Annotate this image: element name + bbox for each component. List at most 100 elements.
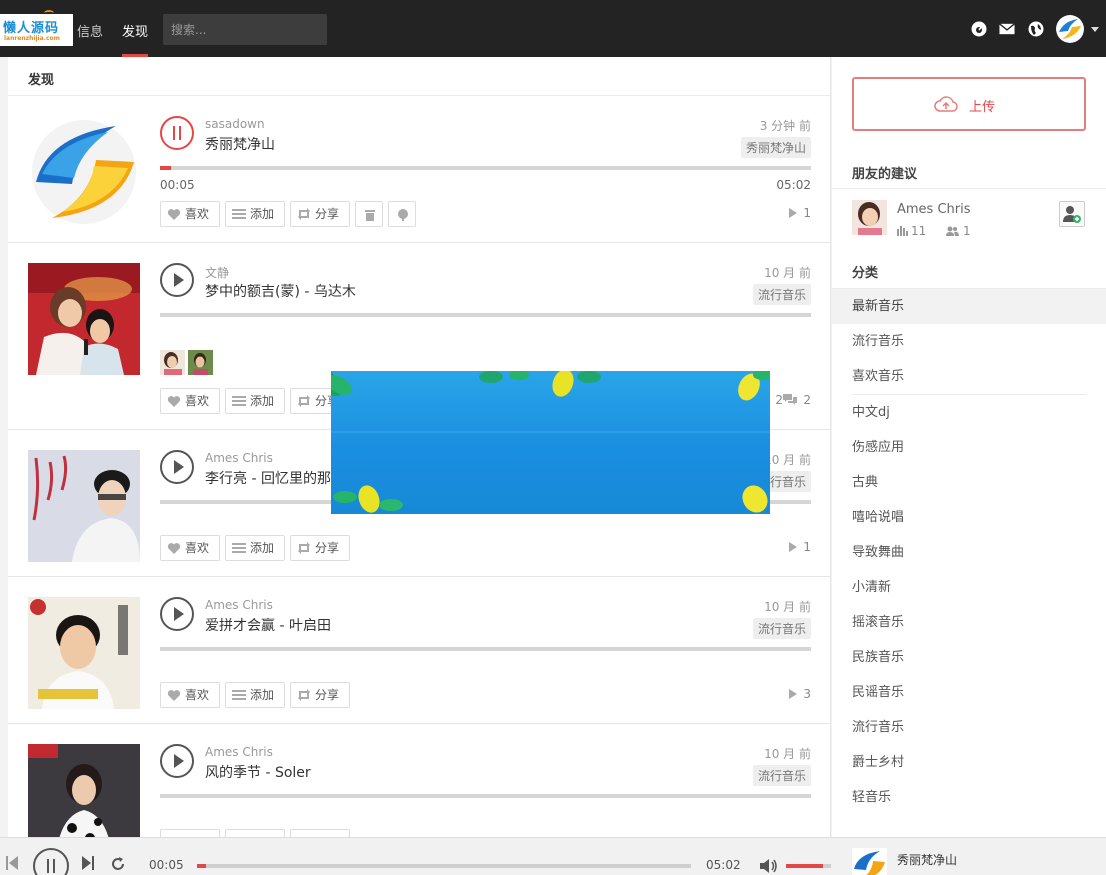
retweet-icon [298,395,310,407]
listener-avatar[interactable] [160,350,185,375]
song-author[interactable]: 文静 [205,264,229,281]
song-tag[interactable]: 秀丽梵净山 [740,137,811,158]
song-tag[interactable]: 流行音乐 [752,284,811,305]
category-item[interactable]: 古典 [832,465,1106,500]
comment-count[interactable]: 2 [783,393,811,407]
category-item[interactable]: 民谣音乐 [832,675,1106,710]
upload-button[interactable]: 上传 [852,77,1086,131]
nav-item-discover[interactable]: 发现 [122,21,148,40]
share-button[interactable] [290,829,350,837]
category-item[interactable]: 导致舞曲 [832,535,1106,570]
friend-avatar[interactable] [852,200,887,235]
song-title[interactable]: 爱拼才会赢 - 叶启田 [205,615,331,635]
category-item[interactable]: 流行音乐 [832,710,1106,745]
add-button[interactable]: 添加 [225,682,285,708]
cloud-upload-icon [934,96,958,112]
heart-icon [167,396,181,407]
player-progress-bar[interactable] [197,864,691,868]
like-button[interactable]: 喜欢 [160,201,220,227]
right-sidebar: 上传 朋友的建议 Ames Chris 11 1 分类 最新音乐 流行音乐 喜欢… [832,57,1106,837]
player-pause-button[interactable] [33,848,69,875]
volume-icon[interactable] [760,858,778,874]
add-button[interactable]: 添加 [225,535,285,561]
song-progress-bar[interactable] [160,647,811,651]
add-button[interactable]: 添加 [225,201,285,227]
site-logo[interactable]: 懒人源码 lanrenzhijia.com [0,10,73,46]
volume-slider[interactable] [786,864,831,868]
share-button[interactable]: 分享 [290,201,350,227]
song-author[interactable]: Ames Chris [205,598,273,612]
song-progress-bar[interactable] [160,313,811,317]
album-cover[interactable] [28,597,140,709]
play-button[interactable] [160,744,194,778]
retweet-icon [298,689,310,701]
player-duration: 05:02 [706,858,741,872]
list-icon [232,543,246,553]
category-item[interactable]: 喜欢音乐 [832,359,1106,394]
friend-name[interactable]: Ames Chris [897,202,971,217]
play-button[interactable] [160,263,194,297]
category-item[interactable]: 中文dj [832,395,1106,430]
next-icon[interactable] [82,856,94,870]
share-button[interactable]: 分享 [290,535,350,561]
heart-icon [167,209,181,220]
song-title[interactable]: 风的季节 - Soler [205,762,311,782]
delete-button[interactable] [355,201,383,227]
song-tag[interactable]: 流行音乐 [752,618,811,639]
pause-button[interactable] [160,116,194,150]
album-cover[interactable] [28,450,140,562]
nav-item-messages[interactable]: 信息 [77,21,103,40]
feed-item: Ames Chris 爱拼才会赢 - 叶启田 10 月 前 流行音乐 喜欢 添加… [8,577,830,724]
like-button[interactable]: 喜欢 [160,535,220,561]
play-count-icon [789,542,798,552]
heart-icon [167,543,181,554]
like-button[interactable]: 喜欢 [160,388,220,414]
feed-item: Ames Chris 风的季节 - Soler 10 月 前 流行音乐 [8,724,830,837]
category-item-latest[interactable]: 最新音乐 [832,289,1106,324]
now-playing-title[interactable]: 秀丽梵净山 [897,851,957,868]
download-button[interactable] [388,201,416,227]
category-item[interactable]: 伤感应用 [832,430,1106,465]
song-title[interactable]: 梦中的额吉(蒙) - 乌达木 [205,281,356,301]
category-item[interactable]: 民族音乐 [832,640,1106,675]
category-item[interactable]: 摇滚音乐 [832,605,1106,640]
current-time: 00:05 [160,178,195,192]
user-avatar[interactable] [1056,15,1084,43]
post-time: 10 月 前 [764,747,811,761]
repeat-icon[interactable] [110,856,126,872]
song-author[interactable]: sasadown [205,117,265,131]
friend-follower-count: 1 [946,224,971,238]
now-playing-cover[interactable] [852,848,887,875]
add-button[interactable] [225,829,285,837]
follow-button[interactable] [1059,201,1085,227]
play-button[interactable] [160,597,194,631]
advertisement-banner[interactable] [331,371,770,514]
add-button[interactable]: 添加 [225,388,285,414]
category-item[interactable]: 小清新 [832,570,1106,605]
album-cover[interactable] [28,116,140,228]
listener-avatar[interactable] [188,350,213,375]
category-item[interactable]: 爵士乡村 [832,745,1106,780]
song-title[interactable]: 秀丽梵净山 [205,134,275,154]
post-time: 3 分钟 前 [759,119,811,133]
song-author[interactable]: Ames Chris [205,745,273,759]
song-progress-bar[interactable] [160,166,811,170]
mail-icon[interactable] [999,21,1015,37]
share-button[interactable]: 分享 [290,682,350,708]
category-item[interactable]: 轻音乐 [832,780,1106,815]
song-author[interactable]: Ames Chris [205,451,273,465]
category-item[interactable]: 嘻哈说唱 [832,500,1106,535]
album-cover[interactable] [28,744,140,837]
song-progress-bar[interactable] [160,794,811,798]
dashboard-icon[interactable] [971,21,987,37]
song-tag[interactable]: 流行音乐 [752,765,811,786]
previous-icon[interactable] [6,856,18,870]
search-input[interactable] [163,14,327,45]
like-button[interactable] [160,829,220,837]
globe-icon[interactable] [1028,21,1044,37]
category-item[interactable]: 流行音乐 [832,324,1106,359]
play-button[interactable] [160,450,194,484]
user-menu-chevron-down-icon[interactable] [1091,27,1099,32]
album-cover[interactable] [28,263,140,375]
like-button[interactable]: 喜欢 [160,682,220,708]
